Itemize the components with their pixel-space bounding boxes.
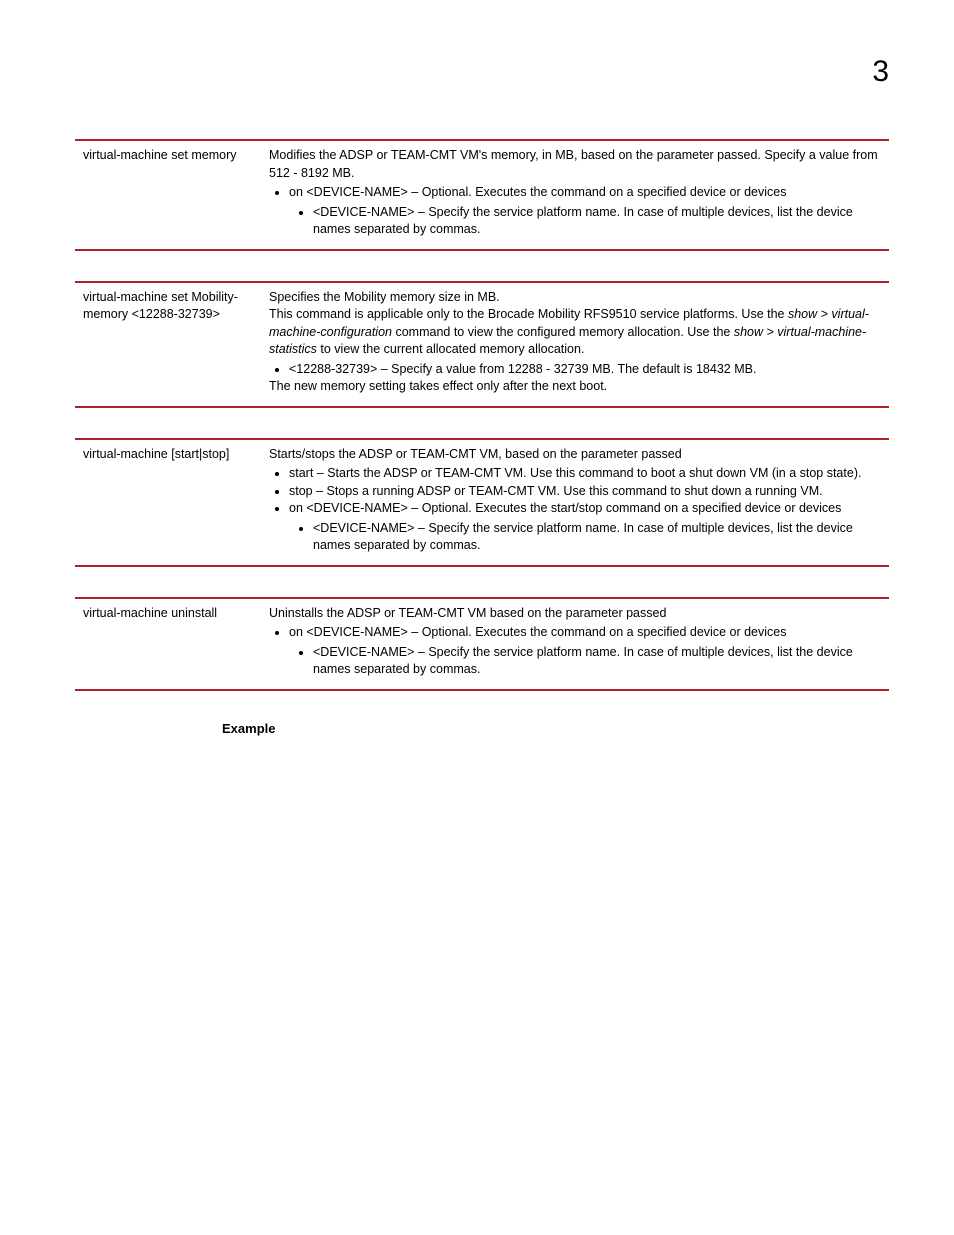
list-item: <DEVICE-NAME> – Specify the service plat… [313, 520, 881, 555]
text: Modifies the ADSP or TEAM-CMT VM's memor… [269, 147, 881, 182]
text: This command is applicable only to the B… [269, 306, 881, 359]
command-description: Modifies the ADSP or TEAM-CMT VM's memor… [269, 147, 881, 239]
command-description: Uninstalls the ADSP or TEAM-CMT VM based… [269, 605, 881, 679]
table-row: virtual-machine uninstall Uninstalls the… [75, 597, 889, 691]
page-number: 3 [75, 55, 889, 89]
text: on <DEVICE-NAME> – Optional. Executes th… [289, 185, 786, 199]
text: This command is applicable only to the B… [269, 307, 788, 321]
command-name: virtual-machine set memory [83, 147, 269, 239]
list-item: on <DEVICE-NAME> – Optional. Executes th… [289, 500, 881, 555]
list-item: start – Starts the ADSP or TEAM-CMT VM. … [289, 465, 881, 483]
list-item: <12288-32739> – Specify a value from 122… [289, 361, 881, 379]
table-row: virtual-machine [start|stop] Starts/stop… [75, 438, 889, 567]
text: on <DEVICE-NAME> – Optional. Executes th… [289, 501, 841, 515]
text: command to view the configured memory al… [392, 325, 734, 339]
command-name: virtual-machine [start|stop] [83, 446, 269, 555]
table-row: virtual-machine set Mobility-memory <122… [75, 281, 889, 408]
list-item: <DEVICE-NAME> – Specify the service plat… [313, 644, 881, 679]
text: Starts/stops the ADSP or TEAM-CMT VM, ba… [269, 446, 881, 464]
list-item: <DEVICE-NAME> – Specify the service plat… [313, 204, 881, 239]
command-description: Starts/stops the ADSP or TEAM-CMT VM, ba… [269, 446, 881, 555]
text: to view the current allocated memory all… [317, 342, 585, 356]
command-description: Specifies the Mobility memory size in MB… [269, 289, 881, 396]
section-heading-example: Example [222, 721, 889, 736]
command-name: virtual-machine uninstall [83, 605, 269, 679]
list-item: on <DEVICE-NAME> – Optional. Executes th… [289, 624, 881, 679]
text: The new memory setting takes effect only… [269, 378, 881, 396]
command-name: virtual-machine set Mobility-memory <122… [83, 289, 269, 396]
text: Specifies the Mobility memory size in MB… [269, 289, 881, 307]
text: Uninstalls the ADSP or TEAM-CMT VM based… [269, 605, 881, 623]
text: on <DEVICE-NAME> – Optional. Executes th… [289, 625, 786, 639]
table-row: virtual-machine set memory Modifies the … [75, 139, 889, 251]
list-item: stop – Stops a running ADSP or TEAM-CMT … [289, 483, 881, 501]
list-item: on <DEVICE-NAME> – Optional. Executes th… [289, 184, 881, 239]
